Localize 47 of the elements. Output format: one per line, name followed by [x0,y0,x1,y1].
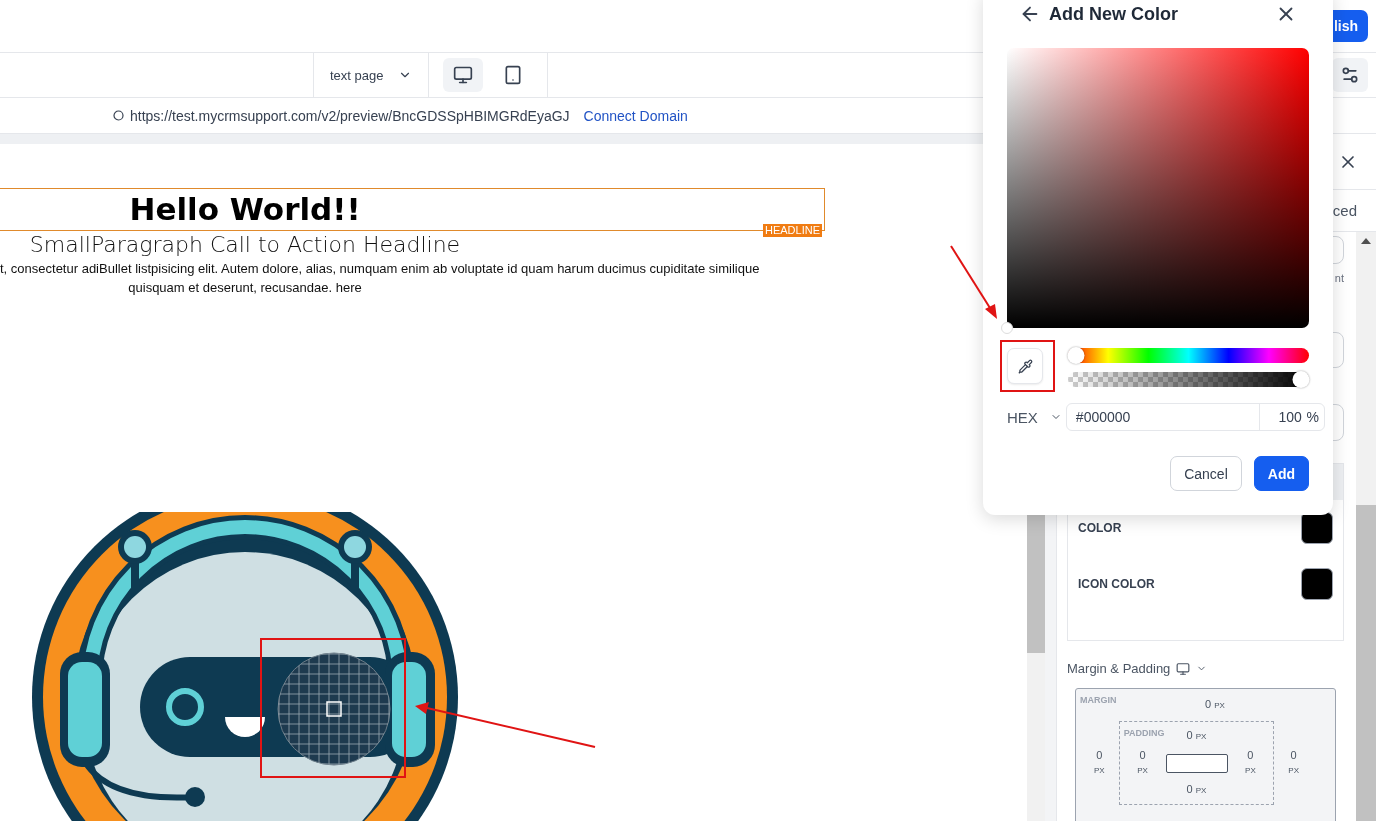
element-tag: HEADLINE [762,224,822,237]
saturation-area[interactable] [1007,48,1309,328]
saturation-handle[interactable] [1001,322,1013,334]
headline: Hello World!! [128,190,362,229]
add-button[interactable]: Add [1253,456,1309,491]
field-hint: nt [1334,272,1344,284]
paragraph-line: t, consectetur adiBullet listpisicing elit. Autem dolore, alias, numquam enim ab voluptate id quam harum ducimus cupiditate similique [0,260,760,278]
spacing-title: Margin & Padding [1067,661,1171,676]
subheadline: SmallParagraph Call to Action Headline [28,231,462,259]
monitor-icon [1176,661,1191,676]
opacity-handle[interactable] [1292,371,1310,388]
margin-label: MARGIN [1080,695,1117,705]
dialog-title: Add New Color [1049,3,1179,25]
color-swatch[interactable] [1301,512,1333,544]
highlight-box [1000,340,1055,392]
circle-icon [113,110,124,121]
margin-value: 0 PX [1205,697,1225,712]
padding-value: 0 PX [1186,782,1207,797]
sliders-icon [1340,65,1360,85]
hex-field[interactable]: #000000 100 % [1065,403,1325,431]
cancel-button[interactable]: Cancel [1170,456,1242,491]
connect-domain-link[interactable]: Connect Domain [583,107,688,124]
paragraph-line: quisquam et deserunt, recusandae. here [128,279,362,297]
padding-value: 0 PX [1137,748,1148,777]
settings-button[interactable] [1332,58,1368,92]
opacity-slider[interactable] [1068,372,1309,387]
color-label: COLOR [1078,521,1122,535]
device-toggle[interactable] [442,58,483,92]
size-field[interactable] [1165,753,1228,773]
scroll-up-icon[interactable] [1361,238,1371,244]
padding-value: 0 PX [1186,728,1207,743]
padding-value: 0 PX [1245,748,1256,777]
hue-handle[interactable] [1067,347,1085,364]
margin-value: 0 PX [1288,748,1299,777]
hue-slider[interactable] [1068,348,1309,363]
scrollbar-thumb[interactable] [1356,505,1376,821]
page-select[interactable]: text page [328,67,414,83]
format-select[interactable]: HEX [1007,408,1062,426]
margin-value: 0 PX [1094,748,1105,777]
eyedropper-button[interactable] [1007,348,1043,384]
eyedropper-icon [1017,358,1033,374]
padding-label: PADDING [1123,728,1165,738]
preview-url: https://test.mycrmsupport.com/v2/preview/BncGDSSpHBIMGRdEyaGJ [130,107,570,124]
color-label: ICON COLOR [1078,577,1155,591]
color-swatch[interactable] [1301,568,1333,600]
settings-tab[interactable]: ced [1332,202,1357,219]
monitor-icon [452,65,473,85]
